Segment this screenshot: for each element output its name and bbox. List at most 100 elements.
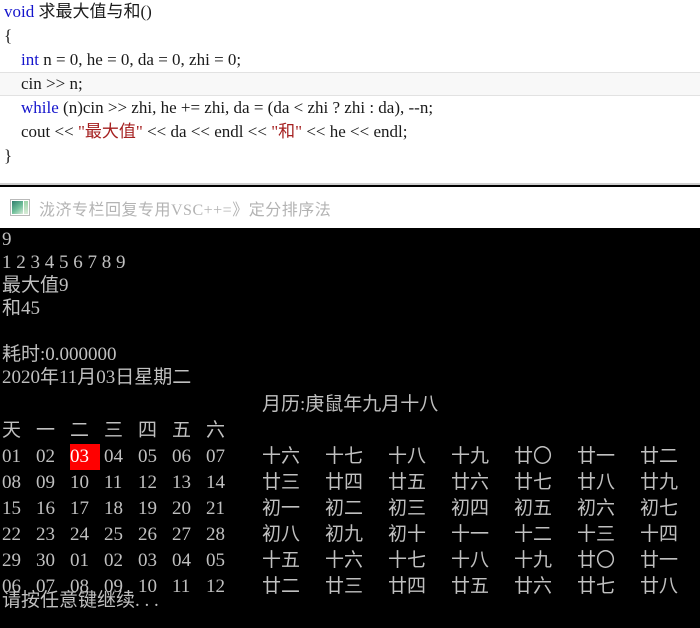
code-line[interactable]: void 求最大值与和() bbox=[0, 0, 700, 24]
calendar-weekday-header: 二 bbox=[70, 420, 90, 441]
calendar-day[interactable]: 19 bbox=[138, 496, 168, 522]
lunar-day: 十一 bbox=[451, 524, 490, 545]
code-token-plain: (n)cin >> zhi, he += zhi, da = (da < zhi… bbox=[58, 98, 434, 117]
calendar-day[interactable]: 22 bbox=[2, 522, 32, 548]
calendar-day[interactable]: 24 bbox=[70, 522, 100, 548]
lunar-day: 廿八 bbox=[577, 472, 616, 493]
console-line: 2020年11月03日星期二 bbox=[2, 367, 192, 388]
calendar-day[interactable]: 05 bbox=[206, 548, 236, 574]
lunar-day: 十四 bbox=[640, 524, 679, 545]
picture-icon bbox=[10, 199, 30, 216]
calendar-weekday-header: 六 bbox=[206, 420, 226, 441]
calendar-day[interactable]: 30 bbox=[36, 548, 66, 574]
code-line[interactable]: cout << "最大值" << da << endl << "和" << he… bbox=[0, 120, 700, 144]
calendar-day[interactable]: 18 bbox=[104, 496, 134, 522]
console-output-pane[interactable]: 91 2 3 4 5 6 7 8 9 最大值9 和45 耗时:0.000000 2020… bbox=[0, 228, 700, 628]
calendar-day[interactable]: 11 bbox=[104, 470, 134, 496]
lunar-day: 廿五 bbox=[451, 576, 490, 597]
calendar-weekday-header: 天 bbox=[2, 420, 22, 441]
lunar-day: 初三 bbox=[388, 498, 427, 519]
calendar-day[interactable]: 28 bbox=[206, 522, 236, 548]
code-token-str: "最大值" bbox=[77, 122, 143, 141]
lunar-day: 廿二 bbox=[640, 446, 679, 467]
calendar-day[interactable]: 27 bbox=[172, 522, 202, 548]
lunar-day: 廿三 bbox=[325, 576, 364, 597]
calendar-day[interactable]: 02 bbox=[104, 548, 134, 574]
lunar-day: 初七 bbox=[640, 498, 679, 519]
lunar-day: 廿四 bbox=[388, 576, 427, 597]
calendar-day-today[interactable]: 03 bbox=[70, 444, 100, 470]
console-line: 耗时:0.000000 bbox=[2, 344, 117, 365]
calendar-grid[interactable]: 天一二三四五六 01 02 03 04 05 06 07 十六 十七 十八 十九 廿〇 廿一 廿二 08 09 1… bbox=[0, 392, 700, 600]
code-token-plain: n = 0, he = 0, da = 0, zhi = 0; bbox=[38, 50, 242, 69]
calendar-day[interactable]: 10 bbox=[70, 470, 100, 496]
calendar-day[interactable]: 12 bbox=[206, 574, 236, 600]
code-line[interactable]: } bbox=[0, 144, 700, 168]
calendar-day[interactable]: 04 bbox=[104, 444, 134, 470]
code-line[interactable]: { bbox=[0, 24, 700, 48]
calendar-day[interactable]: 14 bbox=[206, 470, 236, 496]
code-token-str: "和" bbox=[271, 122, 303, 141]
calendar-week-row: 08 09 10 11 12 13 14 廿三 廿四 廿五 廿六 廿七 廿八 廿九 bbox=[0, 470, 700, 496]
calendar-day[interactable]: 06 bbox=[172, 444, 202, 470]
lunar-day: 十五 bbox=[262, 550, 301, 571]
calendar-day[interactable]: 16 bbox=[36, 496, 66, 522]
calendar-day[interactable]: 29 bbox=[2, 548, 32, 574]
code-token-kw: while bbox=[21, 98, 59, 117]
lunar-day: 廿〇 bbox=[577, 550, 616, 571]
code-line[interactable]: while (n)cin >> zhi, he += zhi, da = (da… bbox=[0, 96, 700, 120]
calendar-day[interactable]: 17 bbox=[70, 496, 100, 522]
calendar-day[interactable]: 05 bbox=[138, 444, 168, 470]
calendar-day[interactable]: 20 bbox=[172, 496, 202, 522]
calendar-day[interactable]: 03 bbox=[138, 548, 168, 574]
code-lines-container[interactable]: void 求最大值与和() { int n = 0, he = 0, da = 0… bbox=[0, 0, 700, 168]
lunar-day: 十九 bbox=[514, 550, 553, 571]
lunar-day: 十六 bbox=[262, 446, 301, 467]
calendar-weekday-header: 四 bbox=[138, 420, 158, 441]
calendar-day[interactable]: 01 bbox=[2, 444, 32, 470]
lunar-day: 初六 bbox=[577, 498, 616, 519]
calendar-day[interactable]: 04 bbox=[172, 548, 202, 574]
code-token-plain: } bbox=[4, 146, 13, 165]
lunar-day: 十六 bbox=[325, 550, 364, 571]
calendar-day[interactable]: 09 bbox=[36, 470, 66, 496]
lunar-day: 廿六 bbox=[514, 576, 553, 597]
calendar-day[interactable]: 25 bbox=[104, 522, 134, 548]
calendar-day[interactable]: 08 bbox=[2, 470, 32, 496]
code-line[interactable]: cin >> n; bbox=[0, 72, 700, 96]
code-token-plain: { bbox=[4, 26, 13, 45]
console-line: 和45 bbox=[2, 298, 41, 319]
calendar-day[interactable]: 15 bbox=[2, 496, 32, 522]
lunar-day: 初九 bbox=[325, 524, 364, 545]
lunar-day: 十七 bbox=[325, 446, 364, 467]
code-editor-pane[interactable]: void 求最大值与和() { int n = 0, he = 0, da = 0… bbox=[0, 0, 700, 185]
calendar-week-row: 22 23 24 25 26 27 28 初八 初九 初十 十一 十二 十三 十四 bbox=[0, 522, 700, 548]
lunar-day: 廿一 bbox=[640, 550, 679, 571]
lunar-day: 初十 bbox=[388, 524, 427, 545]
calendar-day[interactable]: 07 bbox=[206, 444, 236, 470]
picture-icon-strip bbox=[24, 201, 28, 214]
calendar-day[interactable]: 02 bbox=[36, 444, 66, 470]
watermark-label: 泷济专栏回复专用VSC++=》定分排序法 bbox=[39, 201, 332, 219]
calendar-day[interactable]: 01 bbox=[70, 548, 100, 574]
calendar-week-row: 15 16 17 18 19 20 21 初一 初二 初三 初四 初五 初六 初七 bbox=[0, 496, 700, 522]
lunar-day: 廿七 bbox=[514, 472, 553, 493]
lunar-day: 廿九 bbox=[640, 472, 679, 493]
lunar-day: 廿六 bbox=[451, 472, 490, 493]
calendar-day[interactable]: 12 bbox=[138, 470, 168, 496]
calendar-day[interactable]: 13 bbox=[172, 470, 202, 496]
calendar-day[interactable]: 23 bbox=[36, 522, 66, 548]
press-any-key-prompt: 请按任意键继续. . . bbox=[2, 590, 159, 611]
calendar-week-row: 01 02 03 04 05 06 07 十六 十七 十八 十九 廿〇 廿一 廿二 bbox=[0, 444, 700, 470]
calendar-day[interactable]: 21 bbox=[206, 496, 236, 522]
calendar-weekday-header: 五 bbox=[172, 420, 192, 441]
calendar-day[interactable]: 26 bbox=[138, 522, 168, 548]
lunar-day: 初一 bbox=[262, 498, 301, 519]
calendar-day[interactable]: 11 bbox=[172, 574, 202, 600]
lunar-day: 廿七 bbox=[577, 576, 616, 597]
picture-icon-image bbox=[12, 201, 23, 214]
code-line[interactable]: int n = 0, he = 0, da = 0, zhi = 0; bbox=[0, 48, 700, 72]
lunar-day: 廿五 bbox=[388, 472, 427, 493]
